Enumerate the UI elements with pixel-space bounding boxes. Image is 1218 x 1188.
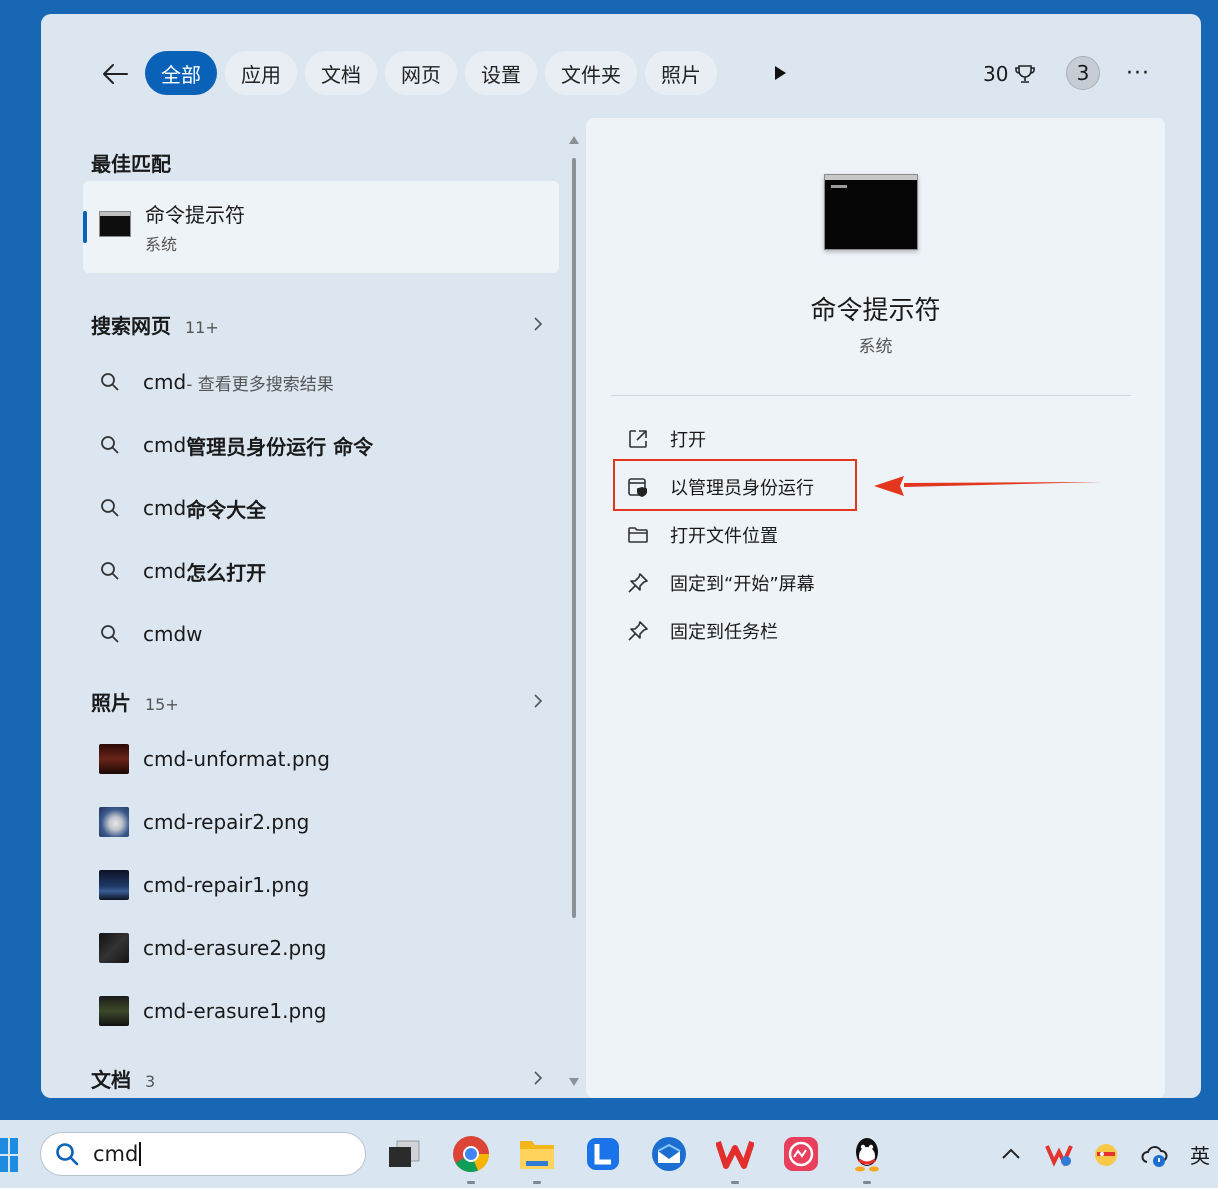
command-prompt-large-icon — [824, 174, 918, 250]
scrollbar-thumb[interactable] — [572, 158, 576, 918]
chevron-right-icon[interactable] — [531, 317, 545, 331]
web-search-heading[interactable]: 搜索网页 11+ — [91, 310, 219, 339]
taskbar-search-input[interactable]: cmd — [40, 1132, 366, 1176]
web-result-item[interactable]: cmd 管理员身份运行 命令 — [99, 425, 373, 465]
more-options-button[interactable]: ··· — [1126, 61, 1150, 86]
cloud-sync-icon[interactable] — [1141, 1142, 1169, 1168]
best-match-subtitle: 系统 — [145, 235, 178, 254]
search-icon — [99, 560, 121, 582]
photos-heading[interactable]: 照片 15+ — [91, 687, 179, 716]
text-caret — [139, 1142, 142, 1166]
tab-folders[interactable]: 文件夹 — [545, 51, 637, 95]
divider — [611, 395, 1131, 396]
chevron-up-icon[interactable] — [1000, 1146, 1022, 1162]
back-button[interactable] — [97, 56, 133, 92]
photo-result-item[interactable]: cmd-unformat.png — [99, 739, 330, 779]
tab-apps[interactable]: 应用 — [225, 51, 297, 95]
command-prompt-icon — [99, 211, 131, 237]
best-match-name: 命令提示符 — [145, 203, 245, 227]
best-match-heading: 最佳匹配 — [91, 152, 171, 176]
pin-icon — [626, 619, 650, 643]
search-panel: 全部 应用 文档 网页 设置 文件夹 照片 30 3 ··· 最佳匹配 命令提示… — [41, 14, 1201, 1098]
search-icon — [99, 371, 121, 393]
tab-documents[interactable]: 文档 — [305, 51, 377, 95]
search-icon — [99, 434, 121, 456]
photo-result-item[interactable]: cmd-erasure2.png — [99, 928, 327, 968]
open-external-icon — [626, 427, 650, 451]
back-arrow-icon — [103, 64, 128, 84]
scroll-down-arrow-icon[interactable] — [569, 1078, 579, 1086]
highlight-box — [613, 459, 857, 511]
action-pin-to-taskbar[interactable]: 固定到任务栏 — [626, 611, 778, 651]
rewards-points[interactable]: 30 — [983, 62, 1036, 86]
running-indicator — [533, 1181, 541, 1184]
web-result-item[interactable]: cmd 命令大全 — [99, 488, 266, 528]
photo-thumbnail — [99, 933, 129, 963]
account-badge[interactable]: 3 — [1066, 56, 1100, 90]
photo-thumbnail — [99, 870, 129, 900]
photo-thumbnail — [99, 996, 129, 1026]
play-triangle-icon — [775, 66, 786, 80]
trophy-icon — [1015, 65, 1036, 83]
detail-subtitle: 系统 — [858, 337, 893, 357]
search-icon — [56, 1143, 79, 1166]
taskbar: cmd 英 — [0, 1120, 1218, 1188]
documents-heading[interactable]: 文档 3 — [91, 1064, 155, 1093]
search-icon — [99, 497, 121, 519]
ime-indicator[interactable]: 英 — [1190, 1140, 1210, 1169]
task-view-icon[interactable] — [384, 1134, 424, 1174]
results-scrollbar[interactable] — [569, 136, 579, 1086]
running-indicator — [731, 1181, 739, 1184]
photo-result-item[interactable]: cmd-repair1.png — [99, 865, 309, 905]
web-result-item[interactable]: cmd 怎么打开 — [99, 551, 266, 591]
running-indicator — [863, 1181, 871, 1184]
antivirus-tray-icon[interactable] — [1045, 1142, 1073, 1168]
media-app-icon[interactable] — [781, 1134, 821, 1174]
chevron-right-icon[interactable] — [531, 1071, 545, 1085]
web-result-item[interactable]: cmdw — [99, 614, 203, 654]
tab-web[interactable]: 网页 — [385, 51, 457, 95]
qq-icon[interactable] — [847, 1134, 887, 1184]
search-text: cmd — [93, 1142, 139, 1166]
tab-settings[interactable]: 设置 — [465, 51, 537, 95]
detail-title: 命令提示符 — [810, 296, 941, 326]
red-arrow-annotation — [874, 476, 1102, 496]
web-result-item[interactable]: cmd - 查看更多搜索结果 — [99, 362, 334, 402]
action-open-file-location[interactable]: 打开文件位置 — [626, 515, 778, 555]
best-match-item[interactable]: 命令提示符 系统 — [83, 181, 559, 273]
thunderbird-icon[interactable] — [649, 1134, 689, 1174]
photo-thumbnail — [99, 744, 129, 774]
scroll-up-arrow-icon[interactable] — [569, 136, 579, 144]
wps-office-icon[interactable] — [715, 1134, 755, 1184]
filter-tabs: 全部 应用 文档 网页 设置 文件夹 照片 — [145, 51, 717, 95]
app-tray-icon[interactable] — [1093, 1142, 1119, 1168]
tab-photos[interactable]: 照片 — [645, 51, 717, 95]
photo-result-item[interactable]: cmd-repair2.png — [99, 802, 309, 842]
selection-accent — [83, 211, 87, 243]
windows-start-icon[interactable] — [0, 1138, 20, 1172]
points-value: 30 — [983, 62, 1009, 86]
chrome-icon[interactable] — [451, 1134, 491, 1184]
lenovo-app-icon[interactable] — [583, 1134, 623, 1174]
more-filters-button[interactable] — [771, 64, 789, 82]
search-icon — [99, 623, 121, 645]
file-explorer-icon[interactable] — [517, 1134, 557, 1184]
chevron-right-icon[interactable] — [531, 694, 545, 708]
action-open[interactable]: 打开 — [626, 419, 706, 459]
pin-icon — [626, 571, 650, 595]
action-pin-to-start[interactable]: 固定到“开始”屏幕 — [626, 563, 815, 603]
folder-icon — [626, 523, 650, 547]
tab-all[interactable]: 全部 — [145, 51, 217, 95]
detail-pane: 命令提示符 系统 打开 以管理员身份运行 打开文件位置 固定到“开始”屏幕 固定… — [586, 118, 1165, 1098]
photo-thumbnail — [99, 807, 129, 837]
results-list: 最佳匹配 命令提示符 系统 搜索网页 11+ cmd - 查看更多搜索结果 cmd… — [41, 124, 581, 1098]
photo-result-item[interactable]: cmd-erasure1.png — [99, 991, 327, 1031]
running-indicator — [467, 1181, 475, 1184]
